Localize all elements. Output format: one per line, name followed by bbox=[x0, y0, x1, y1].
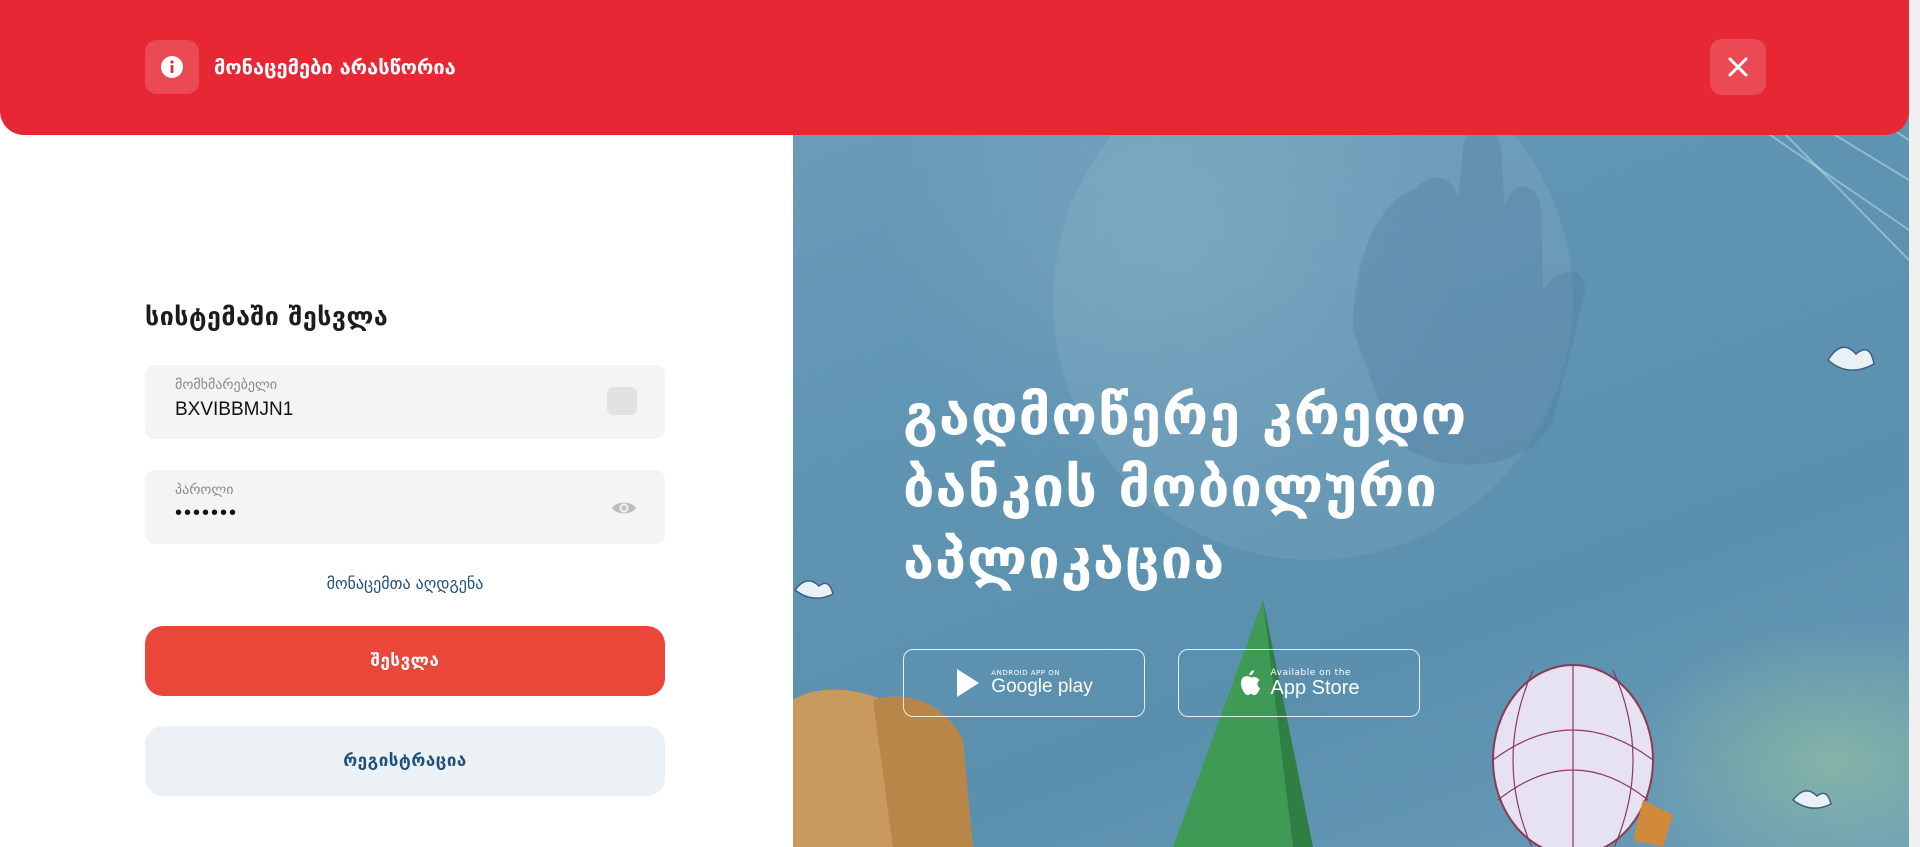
autofill-icon[interactable] bbox=[607, 387, 637, 415]
app-store-button[interactable]: Available on the App Store bbox=[1178, 649, 1420, 717]
info-icon-wrapper bbox=[145, 40, 199, 94]
username-field[interactable]: მომხმარებელი BXVIBBMJN1 bbox=[145, 365, 665, 439]
error-banner: მონაცემები არასწორია bbox=[0, 0, 1909, 135]
close-icon bbox=[1728, 57, 1748, 77]
error-message: მონაცემები არასწორია bbox=[214, 55, 456, 79]
register-button[interactable]: რეგისტრაცია bbox=[145, 726, 665, 796]
app-store-text: Available on the App Store bbox=[1270, 668, 1360, 699]
password-label: პაროლი bbox=[175, 482, 234, 498]
close-banner-button[interactable] bbox=[1710, 39, 1766, 95]
info-icon bbox=[161, 56, 183, 78]
play-icon bbox=[957, 669, 980, 697]
apple-icon bbox=[1240, 670, 1260, 695]
password-field[interactable]: პაროლი ••••••• bbox=[145, 470, 665, 544]
login-title: სისტემაში შესვლა bbox=[145, 302, 389, 331]
promo-title: გადმოწერე კრედო ბანკის მობილური აპლიკაცი… bbox=[903, 383, 1468, 592]
login-button[interactable]: შესვლა bbox=[145, 626, 665, 696]
username-label: მომხმარებელი bbox=[175, 377, 278, 393]
eye-icon[interactable] bbox=[611, 499, 637, 517]
google-play-button[interactable]: ANDROID APP ON Google play bbox=[903, 649, 1145, 717]
app-store-label: App Store bbox=[1270, 676, 1360, 699]
password-input[interactable]: ••••••• bbox=[175, 502, 575, 528]
forgot-credentials-link[interactable]: მონაცემთა აღდგენა bbox=[145, 574, 665, 593]
google-play-label: Google play bbox=[991, 676, 1093, 697]
page-scrollbar[interactable] bbox=[1909, 0, 1920, 847]
google-play-text: ANDROID APP ON Google play bbox=[991, 670, 1093, 697]
username-input[interactable]: BXVIBBMJN1 bbox=[175, 399, 575, 425]
